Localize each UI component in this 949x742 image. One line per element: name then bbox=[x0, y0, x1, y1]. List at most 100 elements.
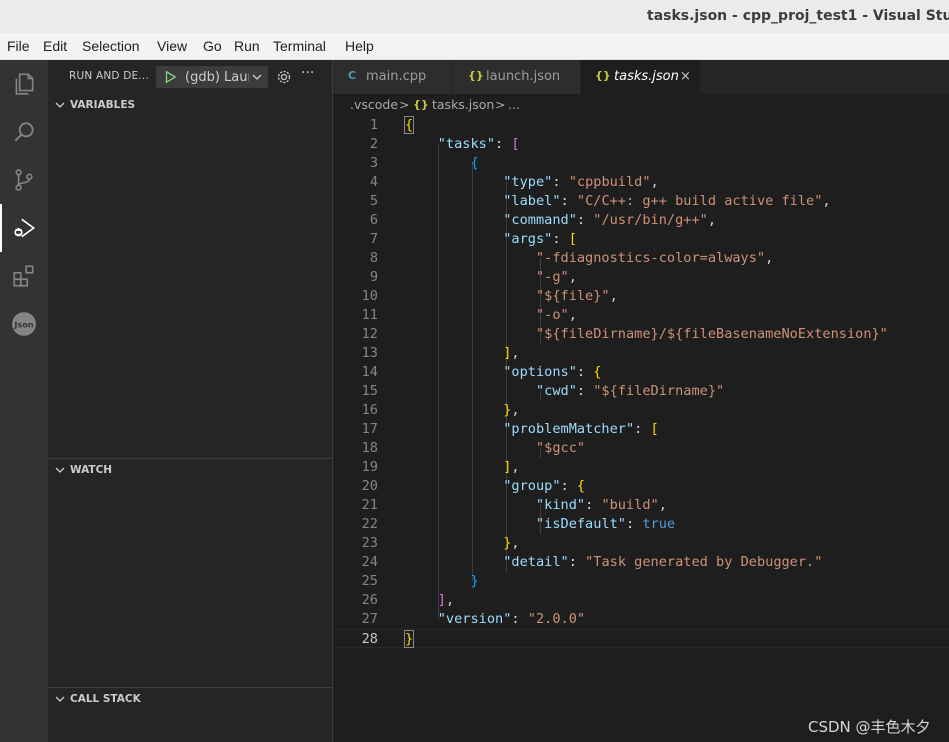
code-line[interactable]: 4 "type": "cppbuild", bbox=[333, 173, 949, 192]
code-line[interactable]: 11 "-o", bbox=[333, 306, 949, 325]
breadcrumb-file[interactable]: tasks.json bbox=[432, 97, 494, 112]
variables-title: VARIABLES bbox=[70, 99, 136, 111]
chevron-right-icon: > bbox=[399, 97, 410, 112]
breadcrumb-symbol[interactable]: ... bbox=[508, 97, 520, 112]
code-line[interactable]: 12 "${fileDirname}/${fileBasenameNoExten… bbox=[333, 325, 949, 344]
code-line[interactable]: 7 "args": [ bbox=[333, 230, 949, 249]
json-file-icon: {} bbox=[468, 69, 484, 82]
line-number: 10 bbox=[361, 288, 378, 304]
line-number: 4 bbox=[369, 174, 378, 190]
chevron-down-icon bbox=[252, 74, 262, 80]
menu-terminal[interactable]: Terminal bbox=[273, 38, 326, 54]
code-line[interactable]: 13 ], bbox=[333, 344, 949, 363]
line-number: 12 bbox=[361, 326, 378, 342]
breadcrumb-folder[interactable]: .vscode bbox=[350, 97, 398, 112]
gear-icon[interactable] bbox=[276, 69, 292, 85]
activity-bar: Json bbox=[0, 60, 48, 742]
menu-help[interactable]: Help bbox=[345, 38, 374, 54]
chevron-down-icon bbox=[55, 102, 65, 108]
code-line[interactable]: 1{ bbox=[333, 116, 949, 135]
code-line[interactable]: 26 ], bbox=[333, 591, 949, 610]
tab-main-cpp[interactable]: C main.cpp bbox=[333, 60, 453, 94]
search-icon[interactable] bbox=[0, 108, 48, 156]
launch-config-label: (gdb) Laun bbox=[185, 70, 249, 85]
title-bar: tasks.json - cpp_proj_test1 - Visual Stu… bbox=[0, 0, 949, 33]
variables-header[interactable]: VARIABLES bbox=[54, 94, 135, 116]
line-number: 26 bbox=[361, 592, 378, 608]
call-stack-section: CALL STACK bbox=[48, 688, 332, 742]
json-file-icon: {} bbox=[595, 69, 611, 82]
line-number: 13 bbox=[361, 345, 378, 361]
line-number: 20 bbox=[361, 478, 378, 494]
line-number: 27 bbox=[361, 611, 378, 627]
code-line[interactable]: 21 "kind": "build", bbox=[333, 496, 949, 515]
menu-run[interactable]: Run bbox=[234, 38, 260, 54]
code-line[interactable]: 3 { bbox=[333, 154, 949, 173]
code-line[interactable]: 16 }, bbox=[333, 401, 949, 420]
menu-edit[interactable]: Edit bbox=[43, 38, 67, 54]
sidebar-title: RUN AND DE... bbox=[69, 70, 149, 82]
run-debug-icon[interactable] bbox=[0, 204, 48, 252]
code-line[interactable]: 9 "-g", bbox=[333, 268, 949, 287]
line-number: 7 bbox=[369, 231, 378, 247]
launch-config-select[interactable]: (gdb) Laun bbox=[156, 66, 268, 88]
code-line[interactable]: 10 "${file}", bbox=[333, 287, 949, 306]
line-number: 6 bbox=[369, 212, 378, 228]
more-actions-icon[interactable]: ··· bbox=[301, 65, 314, 81]
line-number: 11 bbox=[361, 307, 378, 323]
line-number: 3 bbox=[369, 155, 378, 171]
line-number: 9 bbox=[369, 269, 378, 285]
code-line[interactable]: 5 "label": "C/C++: g++ build active file… bbox=[333, 192, 949, 211]
line-number: 16 bbox=[361, 402, 378, 418]
menu-go[interactable]: Go bbox=[203, 38, 222, 54]
tab-label: launch.json bbox=[486, 69, 561, 84]
variables-section: VARIABLES bbox=[48, 94, 332, 458]
code-line[interactable]: 14 "options": { bbox=[333, 363, 949, 382]
code-line[interactable]: 6 "command": "/usr/bin/g++", bbox=[333, 211, 949, 230]
code-line[interactable]: 18 "$gcc" bbox=[333, 439, 949, 458]
code-line[interactable]: 2 "tasks": [ bbox=[333, 135, 949, 154]
code-line[interactable]: 25 } bbox=[333, 572, 949, 591]
tab-label: main.cpp bbox=[366, 69, 427, 84]
menu-file[interactable]: File bbox=[7, 38, 30, 54]
code-line[interactable]: 20 "group": { bbox=[333, 477, 949, 496]
line-number: 23 bbox=[361, 535, 378, 551]
tab-launch-json[interactable]: {} launch.json bbox=[453, 60, 581, 94]
json-file-icon: {} bbox=[413, 98, 429, 111]
json-icon-text: Json bbox=[13, 319, 33, 329]
menu-view[interactable]: View bbox=[157, 38, 187, 54]
cpp-file-icon: C bbox=[348, 69, 357, 82]
chevron-right-icon: > bbox=[495, 97, 506, 112]
call-stack-header[interactable]: CALL STACK bbox=[54, 688, 141, 710]
code-line[interactable]: 8 "-fdiagnostics-color=always", bbox=[333, 249, 949, 268]
call-stack-title: CALL STACK bbox=[70, 693, 141, 705]
source-control-icon[interactable] bbox=[0, 156, 48, 204]
line-number: 1 bbox=[369, 117, 378, 133]
menu-selection[interactable]: Selection bbox=[82, 38, 140, 54]
line-number: 8 bbox=[369, 250, 378, 266]
line-number: 24 bbox=[361, 554, 378, 570]
menu-bar: File Edit Selection View Go Run Terminal… bbox=[0, 33, 949, 60]
code-line[interactable]: 19 ], bbox=[333, 458, 949, 477]
explorer-icon[interactable] bbox=[0, 60, 48, 108]
line-number: 25 bbox=[361, 573, 378, 589]
watch-header[interactable]: WATCH bbox=[54, 459, 112, 481]
code-line[interactable]: 24 "detail": "Task generated by Debugger… bbox=[333, 553, 949, 572]
window-title: tasks.json - cpp_proj_test1 - Visual Stu… bbox=[647, 8, 949, 24]
code-line[interactable]: 15 "cwd": "${fileDirname}" bbox=[333, 382, 949, 401]
tab-tasks-json[interactable]: {} tasks.json × bbox=[581, 60, 701, 94]
line-number: 15 bbox=[361, 383, 378, 399]
json-icon[interactable]: Json bbox=[0, 300, 48, 348]
line-number: 5 bbox=[369, 193, 378, 209]
code-line[interactable]: 27 "version": "2.0.0" bbox=[333, 610, 949, 629]
code-line[interactable]: 23 }, bbox=[333, 534, 949, 553]
close-icon[interactable]: × bbox=[680, 69, 691, 84]
code-line-current[interactable]: 28} bbox=[333, 629, 949, 648]
code-line[interactable]: 17 "problemMatcher": [ bbox=[333, 420, 949, 439]
extensions-icon[interactable] bbox=[0, 252, 48, 300]
start-debugging-icon[interactable] bbox=[163, 70, 177, 84]
line-number: 14 bbox=[361, 364, 378, 380]
code-editor[interactable]: 1{ 2 "tasks": [ 3 { 4 "type": "cppbuild"… bbox=[333, 116, 949, 742]
watermark: CSDN @丰色木夕 bbox=[808, 718, 931, 736]
code-line[interactable]: 22 "isDefault": true bbox=[333, 515, 949, 534]
